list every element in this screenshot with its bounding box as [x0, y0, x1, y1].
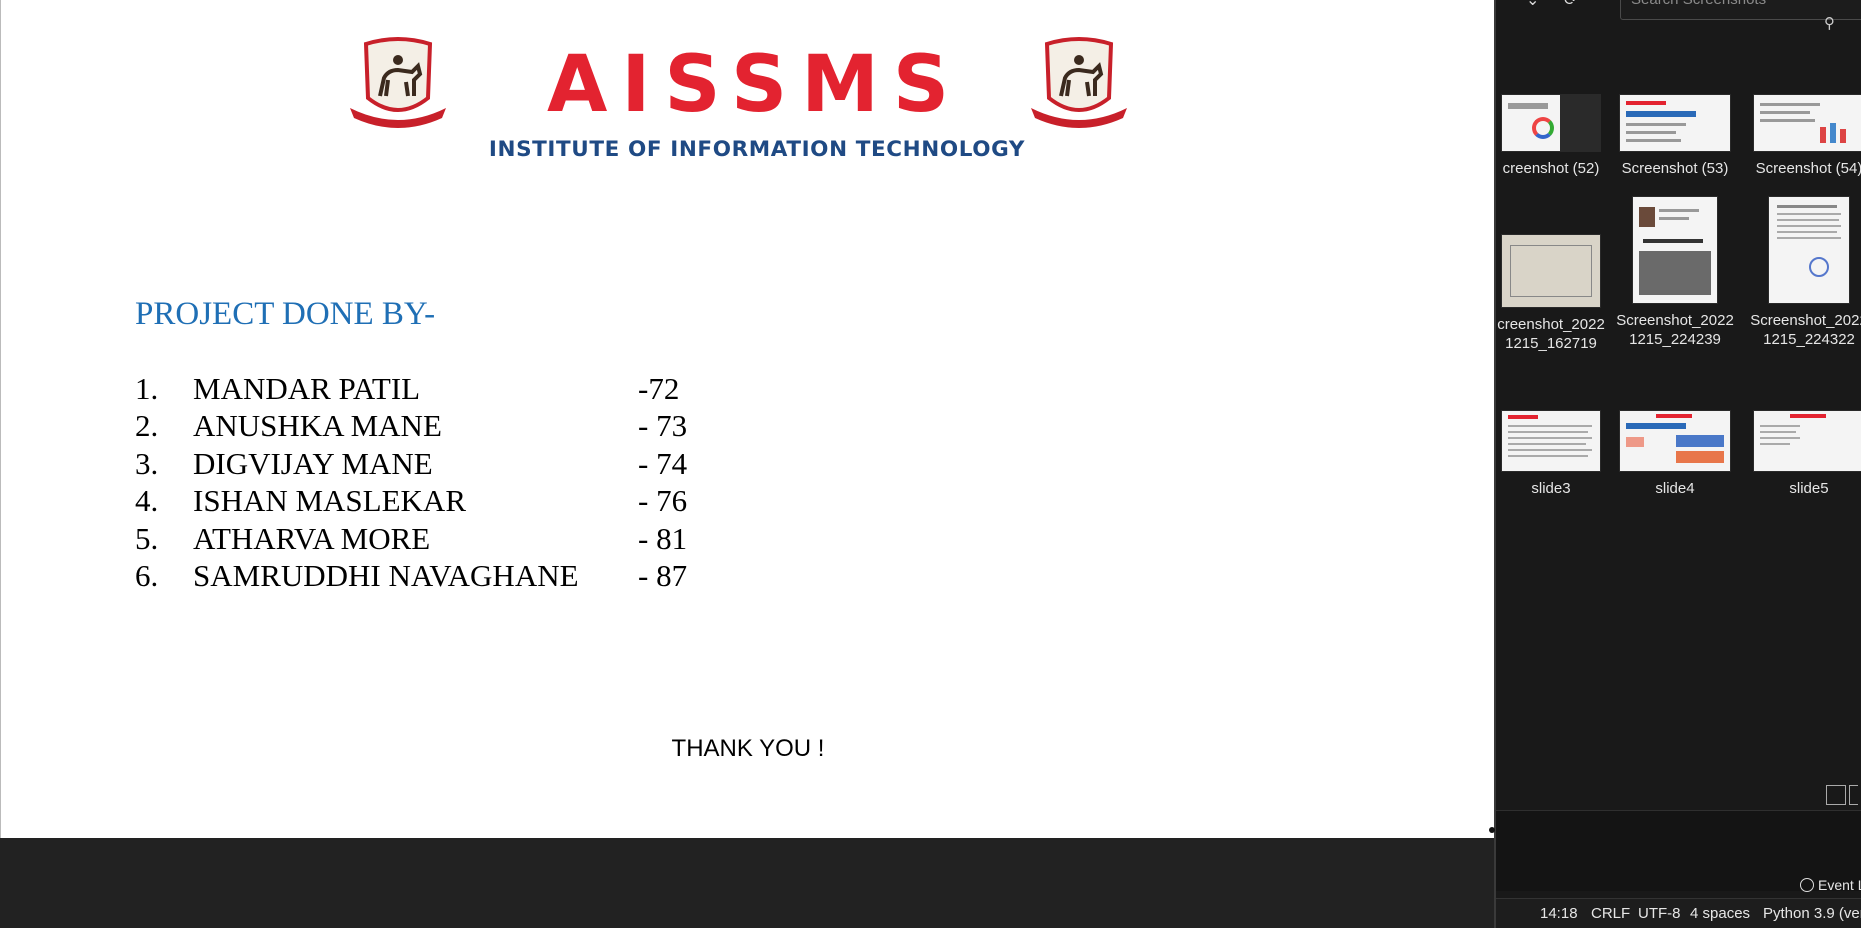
file-item[interactable]: Screenshot (53): [1612, 94, 1738, 178]
file-explorer-panel: ⌄ ⟳ Search Screenshots ⚲ creenshot (52) …: [1496, 0, 1861, 928]
file-thumbnail: [1619, 410, 1731, 472]
member-name: DIGVIJAY MANE: [193, 445, 433, 481]
cursor-position[interactable]: 14:18: [1540, 905, 1578, 922]
search-placeholder: Search Screenshots: [1631, 0, 1766, 8]
file-name: creenshot (52): [1502, 160, 1600, 177]
file-thumbnail: [1619, 94, 1731, 152]
member-row: 2. ANUSHKA MANE - 73: [135, 407, 735, 444]
member-roll-number: -72: [638, 371, 680, 406]
file-item[interactable]: creenshot_2022 1215_162719: [1496, 196, 1614, 353]
file-item[interactable]: Screenshot_2022 1215_224239: [1612, 196, 1738, 349]
slideshow-bottom-bar: [0, 838, 1494, 928]
file-thumbnail: [1501, 410, 1601, 472]
file-item[interactable]: slide3: [1496, 410, 1614, 498]
member-row: 6. SAMRUDDHI NAVAGHANE - 87: [135, 557, 735, 594]
member-name: SAMRUDDHI NAVAGHANE: [193, 557, 579, 593]
explorer-nav: ⌄ ⟳: [1526, 0, 1586, 10]
logo-title: AISSMS: [546, 40, 964, 130]
indentation[interactable]: 4 spaces: [1690, 905, 1750, 922]
member-row: 3. DIGVIJAY MANE - 74: [135, 445, 735, 482]
event-log-label: Event L: [1818, 877, 1861, 893]
file-item[interactable]: slide5: [1746, 410, 1861, 498]
file-name: Screenshot (54): [1755, 160, 1861, 177]
resize-handle[interactable]: [1489, 827, 1495, 833]
search-icon[interactable]: ⚲: [1824, 14, 1835, 32]
member-name: ATHARVA MORE: [193, 520, 431, 556]
event-log-icon: [1800, 878, 1814, 892]
member-roll-number: - 76: [638, 483, 688, 519]
file-name: slide5: [1789, 480, 1829, 497]
member-number: 5.: [135, 520, 159, 556]
file-name: slide3: [1531, 480, 1571, 497]
file-thumbnail: [1753, 94, 1861, 152]
file-name: creenshot_2022 1215_162719: [1497, 316, 1605, 352]
file-name: Screenshot_2022 1215_224322: [1750, 312, 1861, 348]
file-item[interactable]: Screenshot_2022 1215_224322: [1746, 196, 1861, 349]
event-log-button[interactable]: Event L: [1800, 877, 1861, 893]
member-row: 4. ISHAN MASLEKAR - 76: [135, 482, 735, 519]
members-list: 1. MANDAR PATIL -72 2. ANUSHKA MANE - 73…: [135, 370, 735, 594]
member-roll-number: - 81: [638, 520, 688, 556]
member-name: ISHAN MASLEKAR: [193, 483, 466, 519]
file-thumbnail: [1753, 410, 1861, 472]
project-heading: PROJECT DONE BY-: [135, 296, 436, 332]
file-name: Screenshot_2022 1215_224239: [1616, 312, 1734, 348]
presentation-slide: AISSMS INSTITUTE OF INFORMATION TECHNOLO…: [0, 0, 1494, 838]
line-ending[interactable]: CRLF: [1591, 905, 1630, 922]
file-name: slide4: [1655, 480, 1695, 497]
refresh-icon[interactable]: ⟳: [1564, 0, 1577, 9]
file-thumbnail: [1768, 196, 1850, 304]
details-view-icon[interactable]: [1826, 784, 1846, 805]
logo-subtitle: INSTITUTE OF INFORMATION TECHNOLOGY: [488, 137, 1026, 162]
member-number: 2.: [135, 408, 159, 444]
file-item[interactable]: creenshot (52): [1496, 94, 1614, 178]
file-thumbnail: [1501, 234, 1601, 308]
view-mode-switcher: [1826, 784, 1858, 805]
file-name: Screenshot (53): [1621, 160, 1729, 177]
member-number: 6.: [135, 557, 159, 593]
chevron-down-icon[interactable]: ⌄: [1526, 0, 1539, 9]
member-roll-number: - 87: [638, 557, 688, 593]
member-number: 1.: [135, 371, 159, 406]
member-roll-number: - 73: [638, 408, 688, 444]
member-number: 3.: [135, 445, 159, 481]
thank-you-text: THANK YOU !: [671, 735, 825, 762]
file-encoding[interactable]: UTF-8: [1638, 905, 1681, 922]
member-row: 5. ATHARVA MORE - 81: [135, 520, 735, 557]
file-thumbnail: [1632, 196, 1718, 304]
member-row: 1. MANDAR PATIL -72: [135, 370, 735, 407]
file-thumbnail: [1501, 94, 1601, 152]
status-bar: 14:18 CRLF UTF-8 4 spaces Python 3.9 (ve…: [1496, 898, 1861, 928]
member-number: 4.: [135, 483, 159, 519]
member-name: MANDAR PATIL: [193, 371, 421, 406]
large-icons-view-icon[interactable]: [1849, 784, 1858, 805]
file-item[interactable]: Screenshot (54): [1746, 94, 1861, 178]
file-item[interactable]: slide4: [1612, 410, 1738, 498]
member-name: ANUSHKA MANE: [193, 408, 442, 444]
member-roll-number: - 74: [638, 445, 688, 481]
python-interpreter[interactable]: Python 3.9 (ver: [1763, 905, 1861, 922]
